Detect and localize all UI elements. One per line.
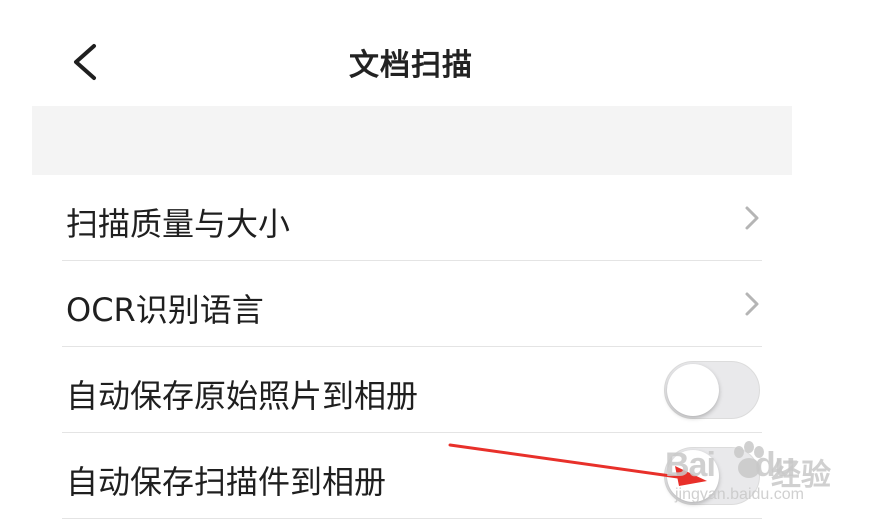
save-original-toggle[interactable] <box>664 361 760 419</box>
chevron-right-icon <box>745 206 759 230</box>
setting-label: 扫描质量与大小 <box>66 205 291 243</box>
section-spacer <box>32 106 792 175</box>
setting-scan-quality[interactable]: 扫描质量与大小 <box>62 175 762 261</box>
toggle-knob <box>667 364 719 416</box>
chevron-right-icon <box>745 292 759 316</box>
toggle-knob <box>667 450 719 502</box>
setting-save-original-photo: 自动保存原始照片到相册 <box>62 347 762 433</box>
setting-label: OCR识别语言 <box>66 291 264 329</box>
setting-label: 自动保存扫描件到相册 <box>66 463 387 501</box>
save-scan-toggle[interactable] <box>664 447 760 505</box>
nav-bar: 文档扫描 <box>0 0 871 106</box>
watermark-suffix: 经验 <box>771 458 831 493</box>
setting-label: 自动保存原始照片到相册 <box>66 377 419 415</box>
page-title: 文档扫描 <box>349 48 473 83</box>
setting-save-scan: 自动保存扫描件到相册 <box>62 433 762 519</box>
setting-ocr-language[interactable]: OCR识别语言 <box>62 261 762 347</box>
